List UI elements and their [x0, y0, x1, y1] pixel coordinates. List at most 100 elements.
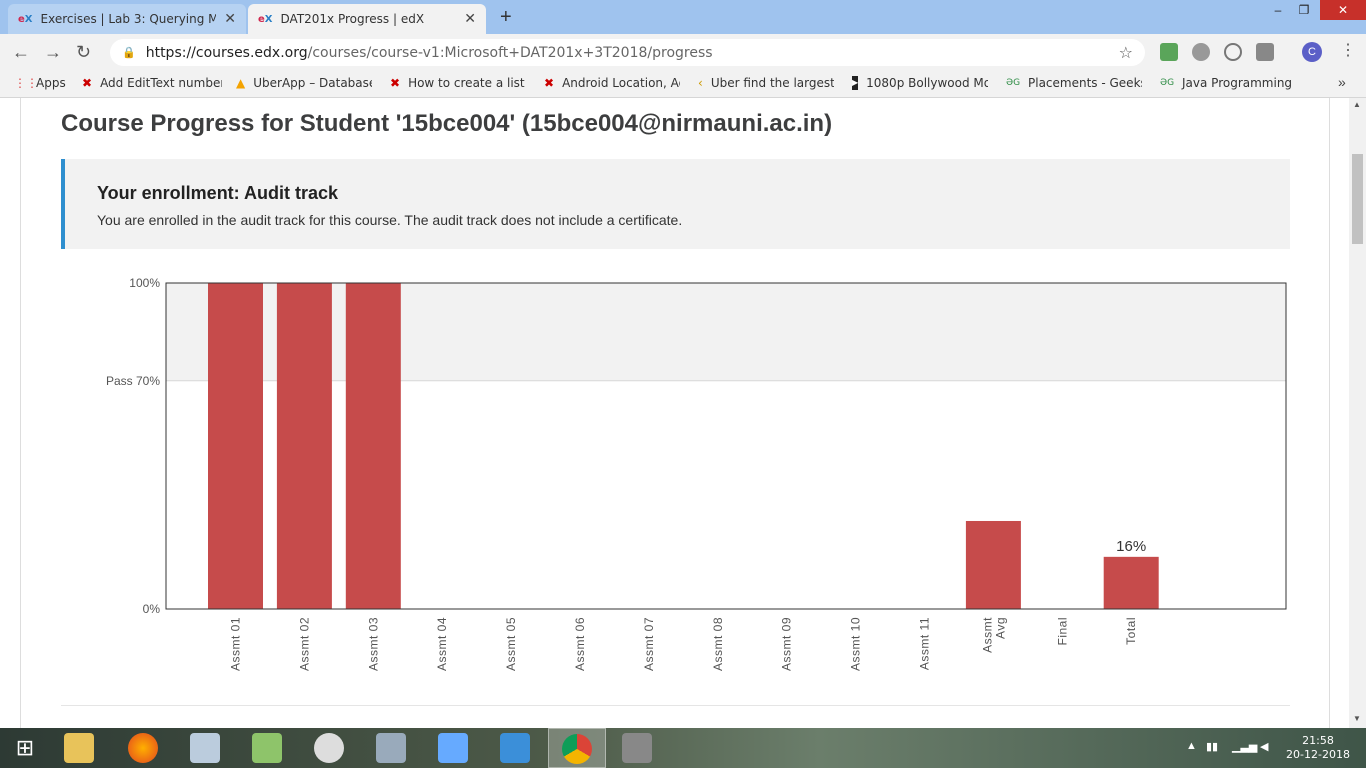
windows-start-icon[interactable]: ⊞: [10, 733, 40, 763]
chrome-icon: [562, 734, 592, 764]
x-tick-label: Assmt 01: [229, 617, 243, 671]
calculator-icon[interactable]: [376, 733, 406, 763]
bookmark-label: UberApp – Database: [253, 76, 372, 90]
url-path: /courses/course-v1:Microsoft+DAT201x+3T2…: [307, 44, 713, 61]
apps-grid-icon: ⋮⋮: [14, 76, 38, 90]
bookmark-label: 1080p Bollywood Mo: [866, 76, 988, 90]
edx-favicon-icon: eX: [18, 13, 33, 25]
extension-bike-icon[interactable]: [1192, 43, 1210, 61]
x-tick-label: Assmt 11: [918, 617, 932, 670]
close-tab-icon[interactable]: ✕: [224, 11, 236, 27]
x-tick-label: Assmt 09: [780, 617, 794, 671]
extension-search-icon[interactable]: [1224, 43, 1242, 61]
clock-time: 21:58: [1302, 734, 1334, 747]
control-panel-icon[interactable]: [500, 733, 530, 763]
y-tick-label: 0%: [143, 602, 161, 616]
task-manager-icon[interactable]: [190, 733, 220, 763]
profile-avatar[interactable]: C: [1302, 42, 1322, 62]
edx-favicon-icon: eX: [258, 13, 273, 25]
clock-date: 20-12-2018: [1286, 748, 1350, 761]
play-icon: ▶: [852, 76, 859, 90]
bookmark-item[interactable]: ‹ Uber find the largest: [698, 76, 834, 90]
close-tab-icon[interactable]: ✕: [464, 11, 476, 27]
windows-taskbar: ⊞ ▲ ▮▮ ▁▃▅ ◀ 21:58 20-12-2018: [0, 728, 1366, 768]
scroll-up-icon[interactable]: ▲: [1353, 100, 1361, 109]
tab-progress[interactable]: eX DAT201x Progress | edX ✕: [248, 4, 486, 34]
y-tick-label: Pass 70%: [106, 374, 160, 388]
progress-chart: Assmt 01 Assmt 02 Assmt 03 Assmt 04 Assmt 05…: [106, 276, 1287, 671]
scroll-down-icon[interactable]: ▼: [1353, 714, 1361, 723]
bookmark-label: Add EditText number: [100, 76, 222, 90]
chrome-taskbar-button[interactable]: [548, 728, 606, 768]
gfg-icon: ƏG: [1160, 78, 1175, 88]
address-bar[interactable]: 🔒 https://courses.edx.org/courses/course…: [110, 39, 1145, 66]
bookmark-item[interactable]: ✖ Android Location, Ad: [544, 76, 680, 90]
bar-total: [1103, 556, 1159, 609]
restore-button[interactable]: ❐: [1292, 0, 1316, 20]
app-grid-icon[interactable]: [622, 733, 652, 763]
bookmarks-bar: ⋮⋮ Apps ✖ Add EditText number ▲ UberApp – D…: [0, 70, 1366, 98]
lock-icon: 🔒: [122, 46, 136, 59]
extension-download-icon[interactable]: [1160, 43, 1178, 61]
bookmark-star-icon[interactable]: ☆: [1119, 43, 1133, 62]
bookmark-apps[interactable]: ⋮⋮ Apps: [14, 76, 74, 90]
browser-menu-icon[interactable]: ⋮: [1340, 40, 1356, 60]
signal-icon[interactable]: ▁▃▅: [1232, 740, 1257, 753]
close-window-button[interactable]: ✕: [1320, 0, 1366, 20]
x-tick-label: AssmtAvg: [980, 617, 1007, 653]
tab-title: DAT201x Progress | edX: [280, 12, 425, 26]
bookmarks-more-button[interactable]: »: [1338, 74, 1346, 90]
x-tick-label: Assmt 08: [711, 617, 725, 671]
x-tick-label: Total: [1124, 617, 1138, 645]
bookmark-label: Android Location, Ad: [562, 76, 680, 90]
x-tick-label: Assmt 04: [435, 617, 449, 671]
taskbar-clock[interactable]: 21:58 20-12-2018: [1280, 734, 1356, 762]
bookmark-item[interactable]: ✖ Add EditText number: [82, 76, 222, 90]
bookmark-item[interactable]: ƏG Java Programming La: [1160, 76, 1296, 90]
bar-assmt-02: [276, 283, 332, 609]
extension-grey-icon[interactable]: [1256, 43, 1274, 61]
tray-expand-icon[interactable]: ▲: [1186, 740, 1197, 752]
page-title: Course Progress for Student '15bce004' (…: [61, 110, 833, 137]
pass-band: [166, 283, 1286, 381]
firefox-icon[interactable]: [128, 733, 158, 763]
notes-icon[interactable]: [438, 733, 468, 763]
tab-strip: eX Exercises | Lab 3: Querying Multip ✕ …: [0, 0, 1366, 34]
tab-exercises[interactable]: eX Exercises | Lab 3: Querying Multip ✕: [8, 4, 246, 34]
x-tick-label: Assmt 06: [573, 617, 587, 671]
x-tick-label: Assmt 02: [297, 617, 311, 671]
firebase-icon: ▲: [236, 76, 246, 90]
reload-icon[interactable]: ↻: [76, 42, 91, 63]
x-tick-label: Assmt 03: [366, 617, 380, 671]
file-explorer-icon[interactable]: [64, 733, 94, 763]
new-tab-button[interactable]: +: [500, 6, 512, 29]
minimize-button[interactable]: –: [1266, 0, 1290, 20]
y-tick-label: 100%: [129, 276, 160, 290]
bar-assmt-avg: [965, 520, 1021, 609]
snipping-tool-icon[interactable]: [314, 733, 344, 763]
bookmark-label: Apps: [36, 76, 66, 90]
bar-assmt-01: [208, 283, 263, 609]
divider: [61, 705, 1290, 706]
network-icon[interactable]: ▮▮: [1206, 740, 1218, 753]
page-scrollbar[interactable]: ▲ ▼: [1349, 98, 1366, 728]
back-arrow-icon[interactable]: ←: [12, 42, 30, 63]
bookmark-label: Placements - Geeksfo: [1028, 76, 1142, 90]
folder-app-icon[interactable]: [252, 733, 282, 763]
x-tick-label: Assmt 07: [642, 617, 656, 671]
forward-arrow-icon[interactable]: →: [44, 42, 62, 63]
bookmark-item[interactable]: ƏG Placements - Geeksfo: [1006, 76, 1142, 90]
browser-toolbar: ← → ↻ 🔒 https://courses.edx.org/courses/…: [0, 34, 1366, 70]
total-value-label: 16%: [1116, 538, 1146, 555]
bookmark-label: Uber find the largest: [710, 76, 834, 90]
bookmark-label: Java Programming La: [1182, 76, 1296, 90]
scroll-thumb[interactable]: [1352, 154, 1363, 244]
bar-assmt-03: [345, 283, 401, 609]
bookmark-item[interactable]: ✖ How to create a list a: [390, 76, 526, 90]
gfg-icon: ƏG: [1006, 78, 1021, 88]
volume-icon[interactable]: ◀: [1260, 740, 1268, 753]
bookmark-item[interactable]: ▲ UberApp – Database: [236, 76, 372, 90]
bookmark-item[interactable]: ▶ 1080p Bollywood Mo: [852, 76, 988, 90]
url-host: https://courses.edx.org: [145, 44, 308, 61]
x-tick-label: Assmt 05: [504, 617, 518, 671]
